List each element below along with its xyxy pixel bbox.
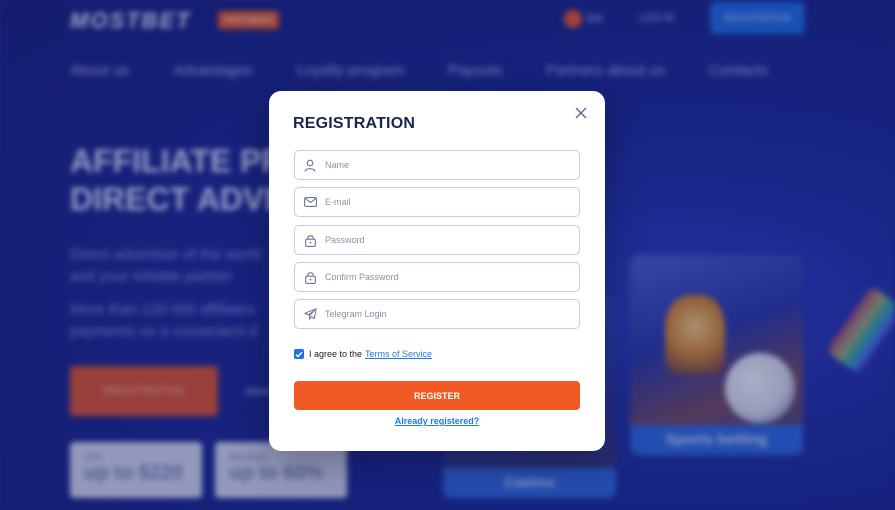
modal-title: REGISTRATION: [293, 115, 416, 132]
telegram-field[interactable]: [294, 299, 580, 329]
name-input[interactable]: [325, 160, 579, 170]
mail-icon: [295, 188, 325, 216]
lock-icon: [295, 226, 325, 254]
password-input[interactable]: [325, 235, 579, 245]
lock-icon: [295, 263, 325, 291]
password-field[interactable]: [294, 225, 580, 255]
email-input[interactable]: [325, 197, 579, 207]
registration-modal: REGISTRATION Name E-mail Telegram Login …: [269, 91, 605, 451]
agree-text: I agree to the: [309, 349, 363, 359]
terms-checkbox[interactable]: [294, 349, 304, 359]
check-icon: [295, 351, 303, 358]
telegram-input[interactable]: [325, 309, 579, 319]
close-icon: [575, 107, 587, 119]
confirm-password-field[interactable]: [294, 262, 580, 292]
register-button[interactable]: REGISTER: [294, 381, 580, 410]
user-icon: [295, 151, 325, 179]
terms-agreement: I agree to the Terms of Service: [294, 349, 432, 359]
already-registered-link[interactable]: Already registered?: [395, 416, 480, 426]
email-field[interactable]: [294, 187, 580, 217]
confirm-password-input[interactable]: [325, 272, 579, 282]
telegram-icon: [295, 300, 325, 328]
close-button[interactable]: [575, 107, 589, 121]
name-field[interactable]: [294, 150, 580, 180]
already-registered: Already registered?: [269, 416, 605, 426]
terms-link[interactable]: Terms of Service: [365, 349, 432, 359]
